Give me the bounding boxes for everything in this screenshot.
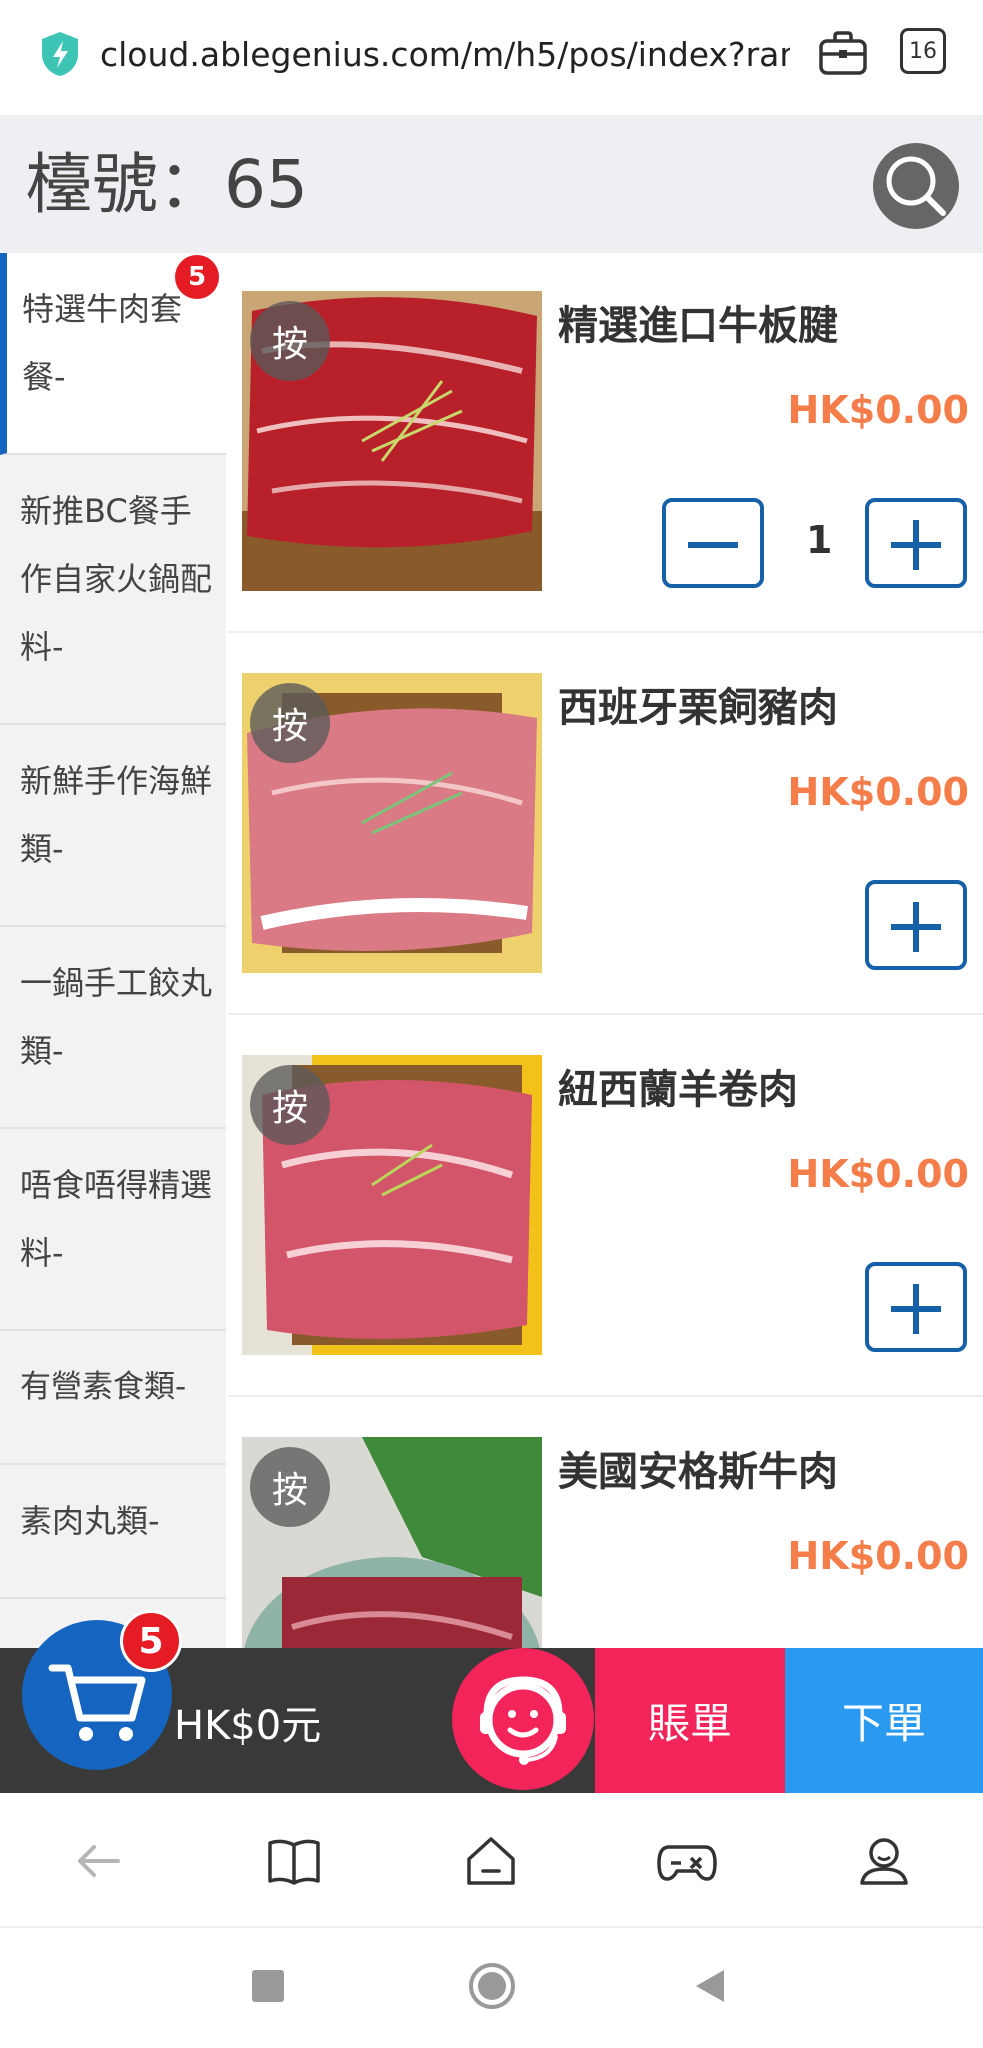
product-price: HK$0.00: [787, 1534, 969, 1578]
category-label: 素肉丸類-: [20, 1502, 160, 1540]
search-icon: [886, 156, 946, 216]
product-item: 按 精選進口牛板腱 HK$0.00 1: [228, 253, 983, 633]
category-label: 新推BC餐手作自家火鍋配料-: [20, 492, 213, 666]
profile-icon[interactable]: [852, 1829, 916, 1893]
category-item[interactable]: 新推BC餐手作自家火鍋配料-: [0, 455, 226, 725]
category-label: 唔食唔得精選料-: [20, 1166, 213, 1272]
briefcase-icon[interactable]: [818, 30, 868, 76]
product-name: 西班牙栗飼豬肉: [558, 685, 838, 731]
category-label: 一鍋手工餃丸類-: [20, 964, 213, 1070]
cart-total: HK$0元: [174, 1703, 322, 1749]
bill-button[interactable]: 賬單: [595, 1648, 785, 1793]
url-text[interactable]: cloud.ablegenius.com/m/h5/pos/index?ran: [100, 30, 790, 80]
category-item[interactable]: 一鍋手工餃丸類-: [0, 927, 226, 1129]
product-name: 美國安格斯牛肉: [558, 1449, 838, 1495]
system-nav-bar: [0, 1928, 983, 2048]
product-price: HK$0.00: [787, 1152, 969, 1196]
home-circle-icon[interactable]: [468, 1962, 516, 2010]
product-name: 精選進口牛板腱: [558, 303, 838, 349]
quantity-value: 1: [806, 518, 833, 562]
press-label: 按: [250, 1447, 330, 1527]
game-controller-icon[interactable]: [655, 1829, 719, 1893]
product-image[interactable]: 按: [242, 1437, 542, 1648]
customer-service-button[interactable]: [452, 1648, 594, 1790]
product-item: 按 西班牙栗飼豬肉 HK$0.00: [228, 635, 983, 1015]
increase-quantity-button[interactable]: [865, 1262, 967, 1352]
product-item: 按 紐西蘭羊卷肉 HK$0.00: [228, 1017, 983, 1397]
table-number: 檯號：65: [26, 146, 308, 223]
category-item[interactable]: 有營素食類-: [0, 1331, 226, 1465]
place-order-button[interactable]: 下單: [785, 1648, 983, 1793]
app-root: cloud.ablegenius.com/m/h5/pos/index?ran …: [0, 0, 983, 2048]
minus-icon: [688, 542, 738, 548]
secure-shield-icon: [42, 32, 78, 76]
product-list: 按 精選進口牛板腱 HK$0.00 1 按 西班牙栗飼豬肉 HK$0.00 按 …: [228, 253, 983, 1648]
recent-apps-icon[interactable]: [252, 1970, 284, 2002]
home-icon[interactable]: [459, 1829, 523, 1893]
product-price: HK$0.00: [787, 388, 969, 432]
product-name: 紐西蘭羊卷肉: [558, 1067, 798, 1113]
cart-bar: 5 HK$0元 賬單 下單: [0, 1610, 983, 1793]
browser-bottom-nav: [0, 1793, 983, 1928]
back-triangle-icon[interactable]: [692, 1968, 728, 2004]
product-item: 按 美國安格斯牛肉 HK$0.00: [228, 1399, 983, 1648]
category-sidebar: 特選牛肉套餐- 5 新推BC餐手作自家火鍋配料- 新鮮手作海鮮類- 一鍋手工餃丸…: [0, 253, 226, 1648]
category-item[interactable]: 唔食唔得精選料-: [0, 1129, 226, 1331]
press-label: 按: [250, 683, 330, 763]
product-image[interactable]: 按: [242, 291, 542, 591]
increase-quantity-button[interactable]: [865, 498, 967, 588]
increase-quantity-button[interactable]: [865, 880, 967, 970]
category-label: 有營素食類-: [20, 1369, 187, 1405]
customer-service-icon: [480, 1676, 566, 1765]
search-button[interactable]: [873, 143, 959, 229]
product-price: HK$0.00: [787, 770, 969, 814]
category-item[interactable]: 素肉丸類-: [0, 1465, 226, 1599]
product-image[interactable]: 按: [242, 1055, 542, 1355]
press-label: 按: [250, 1065, 330, 1145]
category-count-badge: 5: [175, 255, 219, 299]
browser-address-bar: cloud.ablegenius.com/m/h5/pos/index?ran …: [0, 0, 983, 115]
category-label: 新鮮手作海鮮類-: [20, 762, 213, 868]
bookmarks-book-icon[interactable]: [262, 1829, 326, 1893]
category-item[interactable]: 特選牛肉套餐- 5: [0, 253, 226, 455]
back-arrow-icon[interactable]: [66, 1829, 130, 1893]
press-label: 按: [250, 301, 330, 381]
tabs-count-button[interactable]: 16: [900, 28, 946, 74]
product-image[interactable]: 按: [242, 673, 542, 973]
page-header: 檯號：65: [0, 115, 983, 253]
cart-count-badge: 5: [120, 1610, 182, 1672]
category-item[interactable]: 新鮮手作海鮮類-: [0, 725, 226, 927]
decrease-quantity-button[interactable]: [662, 498, 764, 588]
